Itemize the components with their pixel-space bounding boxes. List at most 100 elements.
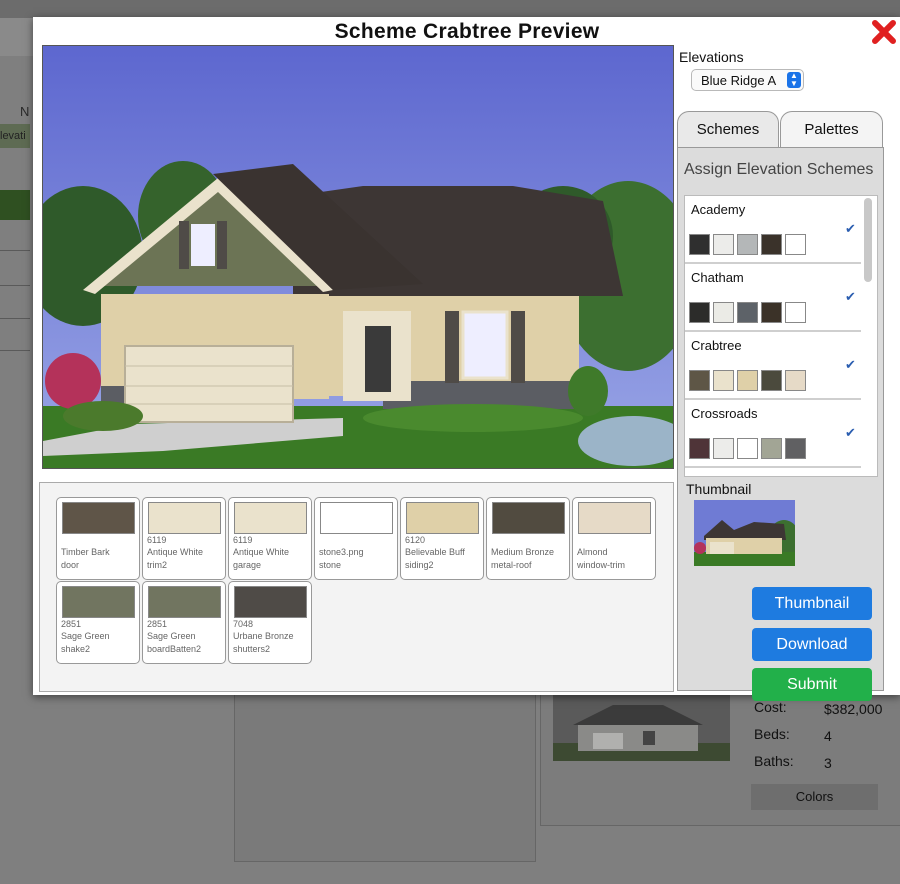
swatch-color <box>320 502 393 534</box>
scheme-name: Crabtree <box>691 338 742 353</box>
background-divider <box>0 250 30 251</box>
beds-value: 4 <box>824 728 832 744</box>
background-panel <box>234 690 536 862</box>
cost-label: Cost: <box>754 699 787 715</box>
swatch-part: shake2 <box>61 644 91 654</box>
swatch-card[interactable]: 6119 Antique White garage <box>228 497 312 580</box>
scheme-color-chip <box>737 438 758 459</box>
scheme-color-chip <box>761 370 782 391</box>
swatch-code: 7048 <box>233 619 254 629</box>
scheme-color-chip <box>737 302 758 323</box>
thumbnail-image <box>694 500 795 566</box>
scheme-color-chip <box>761 438 782 459</box>
background-label-fragment: N <box>20 104 30 119</box>
swatch-name: Medium Bronze <box>491 547 555 557</box>
assign-schemes-title: Assign Elevation Schemes <box>684 161 874 178</box>
swatch-part: window-trim <box>577 560 626 570</box>
scheme-preview-modal: Scheme Crabtree Preview Timber Bark door… <box>33 17 900 701</box>
scheme-color-chip <box>737 234 758 255</box>
scheme-name: Academy <box>691 202 746 217</box>
scheme-item-crossroads[interactable]: Crossroads ✔ <box>685 400 861 468</box>
schemes-panel: Assign Elevation Schemes Academy ✔ Chath… <box>677 147 884 701</box>
close-x-icon[interactable] <box>871 19 897 45</box>
swatch-name: Antique White <box>147 547 204 557</box>
checkmark-icon: ✔ <box>845 289 856 304</box>
swatch-part: door <box>61 560 80 570</box>
background-divider <box>0 318 30 319</box>
scheme-color-chip <box>785 438 806 459</box>
swatch-part: siding2 <box>405 560 434 570</box>
beds-label: Beds: <box>754 726 790 742</box>
download-button[interactable]: Download <box>752 628 872 661</box>
background-header-fragment <box>0 18 34 56</box>
swatch-color <box>578 502 651 534</box>
scheme-color-chip <box>689 302 710 323</box>
swatch-color <box>62 586 135 618</box>
scheme-color-chip <box>761 302 782 323</box>
swatch-card[interactable]: 7048 Urbane Bronze shutters2 <box>228 581 312 664</box>
swatch-card[interactable]: 6119 Antique White trim2 <box>142 497 226 580</box>
swatch-code: 6120 <box>405 535 426 545</box>
swatch-part: trim2 <box>147 560 167 570</box>
tab-palettes[interactable]: Palettes <box>780 111 883 148</box>
scheme-item-crabtree[interactable]: Crabtree ✔ <box>685 332 861 400</box>
colors-button[interactable]: Colors <box>751 784 878 810</box>
swatch-card[interactable]: 2851 Sage Green boardBatten2 <box>142 581 226 664</box>
baths-label: Baths: <box>754 753 794 769</box>
tab-schemes[interactable]: Schemes <box>677 111 779 148</box>
swatch-name: Almond <box>577 547 608 557</box>
scheme-color-chip <box>737 370 758 391</box>
swatch-card[interactable]: stone3.png stone <box>314 497 398 580</box>
swatch-card[interactable]: Medium Bronze metal-roof <box>486 497 570 580</box>
scheme-color-chip <box>689 234 710 255</box>
swatch-color <box>234 502 307 534</box>
scheme-color-chip <box>713 438 734 459</box>
swatch-color <box>148 502 221 534</box>
swatch-name: Sage Green <box>147 631 196 641</box>
swatch-code: 6119 <box>147 535 167 545</box>
swatch-code: 2851 <box>147 619 168 629</box>
thumbnail-button[interactable]: Thumbnail <box>752 587 872 620</box>
swatch-name: Urbane Bronze <box>233 631 294 641</box>
swatch-part: stone <box>319 560 342 570</box>
thumbnail-label: Thumbnail <box>686 481 752 497</box>
scheme-color-chip <box>785 234 806 255</box>
scheme-item-academy[interactable]: Academy ✔ <box>685 196 861 264</box>
swatch-card[interactable]: Almond window-trim <box>572 497 656 580</box>
background-divider <box>0 350 30 351</box>
scheme-name: Chatham <box>691 270 744 285</box>
baths-value: 3 <box>824 755 832 771</box>
scheme-color-chip <box>761 234 782 255</box>
scheme-color-chip <box>785 370 806 391</box>
scheme-color-chip <box>689 370 710 391</box>
house-preview-image <box>42 45 674 469</box>
swatch-name: Sage Green <box>61 631 110 641</box>
background-tab-fragment: levati <box>0 124 30 148</box>
swatch-name: Antique White <box>233 547 290 557</box>
swatch-color <box>148 586 221 618</box>
swatch-color <box>492 502 565 534</box>
color-swatch-panel: Timber Bark door 6119 Antique White trim… <box>39 482 674 692</box>
scheme-list-scrollbar[interactable] <box>864 198 872 282</box>
scheme-list[interactable]: Academy ✔ Chatham ✔ Crabtree ✔ Crossroad… <box>684 195 878 477</box>
background-divider <box>0 285 30 286</box>
background-home-image <box>553 695 730 761</box>
checkmark-icon: ✔ <box>845 357 856 372</box>
swatch-color <box>62 502 135 534</box>
scheme-color-chip <box>785 302 806 323</box>
swatch-part: garage <box>233 560 262 570</box>
submit-button[interactable]: Submit <box>752 668 872 701</box>
swatch-card[interactable]: 2851 Sage Green shake2 <box>56 581 140 664</box>
swatch-name: Timber Bark <box>61 547 110 557</box>
elevations-select[interactable]: Blue Ridge A ▲ ▼ <box>691 69 804 91</box>
swatch-part: boardBatten2 <box>147 644 202 654</box>
background-green-bar <box>0 190 30 220</box>
scheme-name: Crossroads <box>691 406 758 421</box>
swatch-part: metal-roof <box>491 560 532 570</box>
swatch-card[interactable]: 6120 Believable Buff siding2 <box>400 497 484 580</box>
scheme-item-chatham[interactable]: Chatham ✔ <box>685 264 861 332</box>
swatch-name: Believable Buff <box>405 547 465 557</box>
checkmark-icon: ✔ <box>845 425 856 440</box>
swatch-name: stone3.png <box>319 547 364 557</box>
swatch-card[interactable]: Timber Bark door <box>56 497 140 580</box>
